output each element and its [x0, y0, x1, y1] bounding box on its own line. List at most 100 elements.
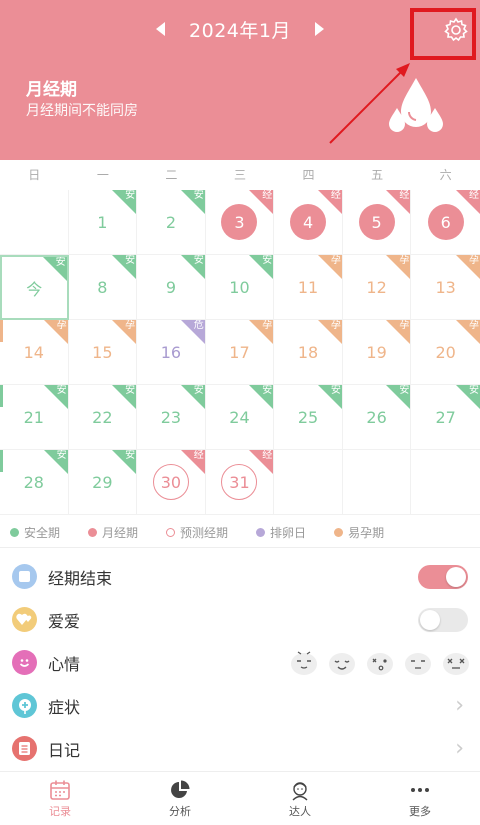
calendar-day[interactable]: 13 孕 [411, 255, 480, 320]
love-row[interactable]: 爱爱 [0, 598, 480, 641]
weekday-label: 日 [28, 168, 41, 182]
day-type-tag: 安 [193, 255, 204, 266]
calendar-day[interactable]: 18 孕 [274, 320, 343, 385]
day-type-tag: 安 [55, 257, 66, 268]
day-type-tag: 孕 [399, 320, 410, 331]
nav-expert[interactable]: 达人 [240, 772, 360, 825]
header: 2024年1月 月经期 月经期间不能同房 [0, 0, 480, 160]
calendar-day[interactable]: 29 安 [68, 450, 138, 515]
legend-dot [166, 528, 176, 537]
day-number: 今 [26, 279, 43, 299]
day-type-tag: 安 [125, 450, 136, 461]
calendar-day[interactable]: 31 经 [205, 450, 275, 515]
app-screen: 2024年1月 月经期 月经期间不能同房 日 一 二 三 四 五 六 1 安 2… [0, 0, 480, 825]
calendar-day[interactable]: 26 安 [342, 385, 412, 450]
calendar-day[interactable]: 19 孕 [342, 320, 412, 385]
toggle-knob [446, 566, 466, 587]
day-number: 10 [229, 277, 250, 297]
day-type-tag: 孕 [330, 255, 341, 266]
calendar-day[interactable]: 9安 [137, 255, 206, 320]
calendar-day[interactable]: 15 孕 [68, 320, 138, 385]
calendar-day[interactable]: 23 安 [137, 385, 206, 450]
month-title[interactable]: 2024年1月 [189, 16, 291, 43]
day-type-tag: 孕 [399, 255, 410, 266]
square-icon [12, 564, 37, 589]
chevron-right-icon[interactable]: › [455, 736, 464, 761]
calendar-day[interactable]: 8安 [68, 255, 138, 320]
day-number: 2 [165, 212, 176, 232]
nav-more[interactable]: 更多 [360, 772, 480, 825]
calendar-day[interactable]: 14 孕 [0, 320, 69, 385]
day-number: 3 [234, 212, 245, 232]
mood-face-1[interactable] [290, 650, 318, 676]
day-number: 11 [297, 277, 319, 297]
nav-record-label: 记录 [49, 804, 71, 818]
day-number: 27 [435, 407, 456, 427]
period-end-toggle[interactable] [418, 564, 468, 589]
calendar-day[interactable]: 2安 [137, 190, 206, 255]
day-type-tag: 安 [468, 385, 479, 396]
mood-label: 心情 [48, 654, 81, 674]
calendar-day[interactable]: 今安 [0, 255, 69, 320]
calendar-day[interactable]: 24 安 [205, 385, 275, 450]
mood-face-3[interactable] [366, 650, 394, 676]
weekday-label: 六 [439, 168, 452, 182]
weekday-label: 四 [302, 168, 315, 182]
love-label: 爱爱 [48, 611, 81, 631]
calendar-day[interactable]: 28 安 [0, 450, 69, 515]
smile-icon [12, 650, 37, 675]
day-type-tag: 安 [125, 190, 136, 201]
day-number: 5 [371, 212, 382, 232]
nav-expert-label: 达人 [289, 804, 311, 818]
calendar-day[interactable]: 21 安 [0, 385, 69, 450]
calendar-day [0, 190, 69, 255]
calendar-day[interactable]: 27 安 [411, 385, 480, 450]
calendar-day[interactable]: 20 孕 [411, 320, 480, 385]
calendar-day[interactable]: 22 安 [68, 385, 138, 450]
day-number: 4 [302, 212, 314, 232]
nav-record[interactable]: 记录 [0, 772, 120, 825]
weekday-header: 日 一 二 三 四 五 六 [0, 160, 480, 190]
day-number: 8 [97, 277, 108, 297]
chevron-right-icon[interactable]: › [455, 693, 464, 718]
day-number: 30 [160, 472, 182, 492]
diary-row[interactable]: 日记 › [0, 727, 480, 770]
calendar-day[interactable]: 30 经 [137, 450, 206, 515]
love-toggle[interactable] [418, 607, 468, 632]
calendar-day[interactable]: 4经 [274, 190, 343, 255]
day-number: 18 [297, 342, 319, 362]
calendar-day[interactable]: 12 孕 [342, 255, 412, 320]
legend-label: 月经期 [102, 526, 139, 540]
mood-row[interactable]: 心情 [0, 641, 480, 684]
calendar-day[interactable]: 3经 [205, 190, 275, 255]
nav-analysis[interactable]: 分析 [120, 772, 240, 825]
calendar-grid: 1 安 2 安 3 经 4 经 5 经 6 经今安 8 安 9 安 10 安 11 孕 12 孕 13 孕 14 孕 15 孕 16 危 1… [0, 190, 480, 515]
day-number: 21 [23, 407, 44, 427]
day-type-tag: 经 [399, 190, 410, 201]
weekday-label: 五 [371, 168, 384, 182]
calendar-day[interactable]: 6经 [411, 190, 480, 255]
day-type-tag: 孕 [125, 320, 136, 331]
triangle-left-icon[interactable] [147, 14, 175, 44]
blood-drops-icon [389, 78, 443, 132]
calendar-day[interactable]: 10 安 [205, 255, 275, 320]
mood-face-5[interactable] [442, 650, 470, 676]
triangle-right-icon[interactable] [305, 14, 333, 44]
day-type-tag: 安 [193, 190, 204, 201]
day-number: 9 [165, 277, 176, 297]
calendar-row: 14 孕 15 孕 16 危 17 孕 18 孕 19 孕 20 孕 [0, 320, 480, 385]
row-edge-marker [0, 385, 3, 407]
calendar-row: 21 安 22 安 23 安 24 安 25 安 26 安 27 安 [0, 385, 480, 450]
calendar-day[interactable]: 17 孕 [205, 320, 275, 385]
legend-dot [10, 528, 19, 537]
calendar-day[interactable]: 25 安 [274, 385, 343, 450]
mood-face-4[interactable] [404, 650, 432, 676]
mood-face-2[interactable] [328, 650, 356, 676]
legend-item: 月经期 [88, 524, 138, 541]
calendar-day[interactable]: 16 危 [137, 320, 206, 385]
symptoms-row[interactable]: 症状 › [0, 684, 480, 727]
period-end-row[interactable]: 经期结束 [0, 555, 480, 598]
calendar-day[interactable]: 11 孕 [274, 255, 343, 320]
calendar-day[interactable]: 1安 [68, 190, 138, 255]
calendar-day[interactable]: 5经 [342, 190, 412, 255]
